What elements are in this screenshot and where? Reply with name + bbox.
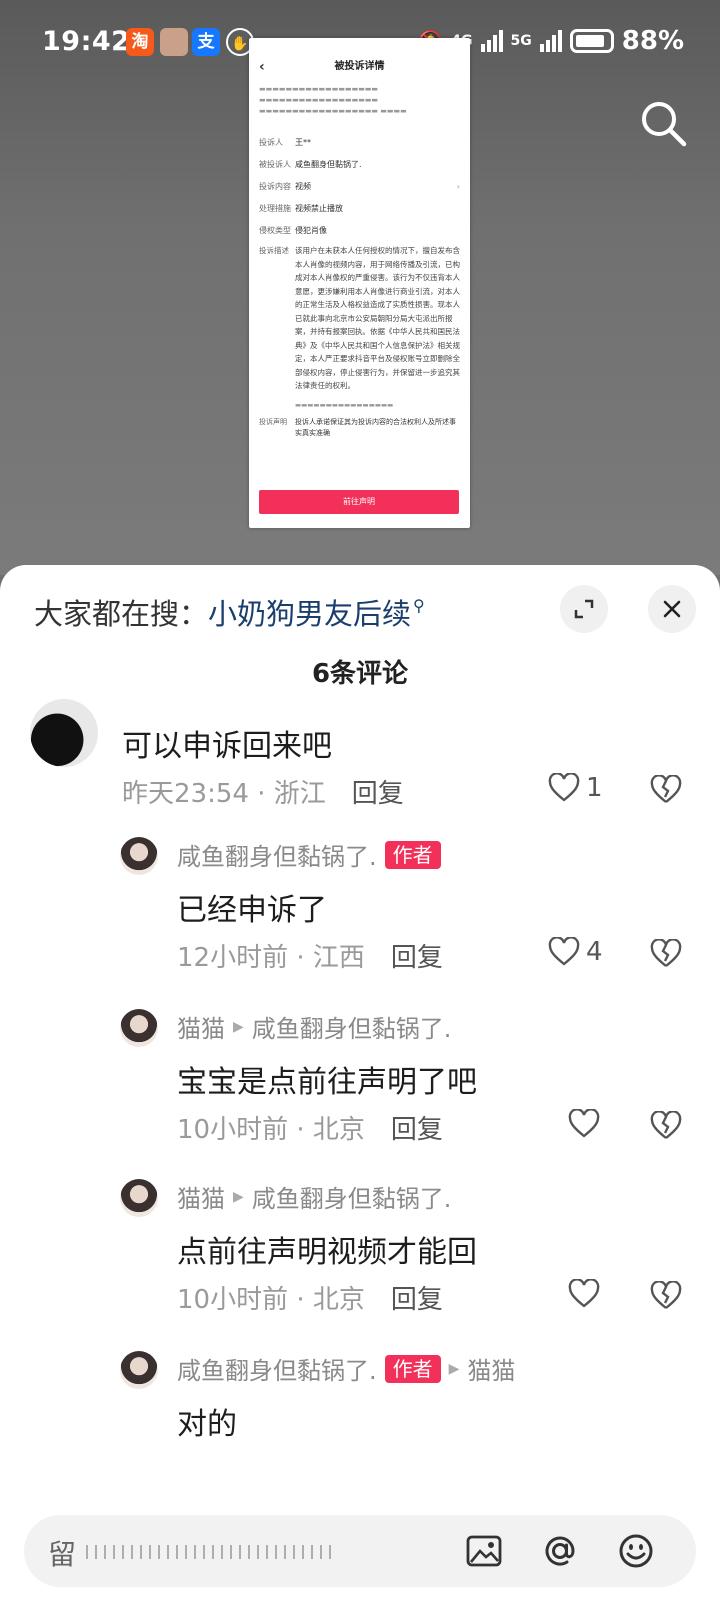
heart-icon xyxy=(548,773,580,802)
reply-button[interactable]: 回复 xyxy=(391,1285,443,1315)
reply-user-row: 猫猫 ▶ 咸鱼翻身但黏锅了. xyxy=(177,1009,451,1044)
reply-to-user[interactable]: 咸鱼翻身但黏锅了. xyxy=(252,1009,452,1044)
avatar-app-icon xyxy=(160,28,188,56)
comment-text: 可以申诉回来吧 xyxy=(122,729,332,764)
doc-row: 处理措施 视频禁止播放 xyxy=(259,204,343,213)
reply-to-arrow-icon: ▶ xyxy=(448,1360,460,1377)
close-icon xyxy=(663,600,681,618)
avatar[interactable] xyxy=(120,1009,158,1047)
username[interactable]: 猫猫 xyxy=(177,1179,225,1214)
avatar[interactable] xyxy=(120,1351,158,1389)
network-5g: 5G xyxy=(510,33,532,49)
comment-text: 宝宝是点前往声明了吧 xyxy=(177,1065,477,1100)
comment-text: 对的 xyxy=(177,1407,237,1442)
comment-text: 已经申诉了 xyxy=(177,893,327,928)
username[interactable]: 咸鱼翻身但黏锅了. xyxy=(177,1351,377,1386)
complaint-screenshot: ‹ 被投诉详情 ▬▬▬▬▬▬▬▬▬▬▬▬▬▬▬▬▬▬ ▬▬▬▬▬▬▬▬▬▬▬▬▬… xyxy=(249,38,470,528)
alipay-app-icon: 支 xyxy=(192,28,220,56)
heart-icon xyxy=(568,1279,600,1308)
heart-icon xyxy=(548,937,580,966)
expand-icon xyxy=(574,599,594,619)
avatar[interactable] xyxy=(120,837,158,875)
reply-user-row: 咸鱼翻身但黏锅了. 作者 xyxy=(177,837,441,872)
doc-row: 侵权类型 侵犯肖像 xyxy=(259,226,327,235)
close-button[interactable] xyxy=(648,585,696,633)
author-badge: 作者 xyxy=(384,1354,441,1383)
doc-description: 投诉描述 该用户在未获本人任何授权的情况下，擅自发布含本人肖像的视频内容，用于网络… xyxy=(259,246,460,390)
broken-heart-icon[interactable] xyxy=(650,1111,682,1141)
emoji-icon[interactable] xyxy=(616,1531,656,1571)
doc-row: 投诉内容 视频 › xyxy=(259,182,460,191)
expand-button[interactable] xyxy=(560,585,608,633)
taobao-app-icon: 淘 xyxy=(126,28,154,56)
comment-count: 6条评论 xyxy=(311,659,409,689)
doc-title: 被投诉详情 xyxy=(334,61,385,72)
doc-intro: ▬▬▬▬▬▬▬▬▬▬▬▬▬▬▬▬▬▬ ▬▬▬▬▬▬▬▬▬▬▬▬▬▬▬▬▬▬ ▬▬… xyxy=(259,85,407,115)
reply-button[interactable]: 回复 xyxy=(391,1115,443,1145)
reply-user-row: 咸鱼翻身但黏锅了. 作者 ▶ 猫猫 xyxy=(177,1351,515,1386)
doc-note: ▬▬▬▬▬▬▬▬▬▬▬▬▬▬▬▬ xyxy=(295,400,394,409)
battery-percent: 88% xyxy=(621,26,684,56)
back-icon: ‹ xyxy=(259,59,265,75)
avatar[interactable] xyxy=(120,1179,158,1217)
input-blur xyxy=(86,1545,336,1559)
like-button[interactable] xyxy=(568,1279,600,1309)
username[interactable]: 咸鱼翻身但黏锅了. xyxy=(177,837,377,872)
status-time: 19:42 xyxy=(42,26,131,57)
broken-heart-icon[interactable] xyxy=(650,775,682,805)
reply-to-user[interactable]: 咸鱼翻身但黏锅了. xyxy=(252,1179,452,1214)
like-button[interactable] xyxy=(568,1109,600,1139)
comment-sheet: 大家都在搜： 小奶狗男友后续 ⚲ 6条评论 可以申诉回来吧 昨天23:54 · … xyxy=(0,565,720,1610)
comment-input[interactable]: 留 xyxy=(24,1515,696,1587)
reply-to-user[interactable]: 猫猫 xyxy=(467,1351,515,1386)
broken-heart-icon[interactable] xyxy=(650,939,682,969)
small-search-icon: ⚲ xyxy=(413,595,425,615)
reply-button[interactable]: 回复 xyxy=(391,943,443,973)
input-placeholder: 留 xyxy=(48,1538,78,1571)
signal-icon xyxy=(539,30,562,52)
video-background[interactable]: 19:42 淘 支 ✋ 🔕 4G 5G 88% ‹ 被投诉详情 ▬▬▬▬▬▬▬▬… xyxy=(0,0,720,575)
at-icon[interactable] xyxy=(540,1531,580,1571)
go-statement-button: 前往声明 xyxy=(259,490,459,514)
reply-to-arrow-icon: ▶ xyxy=(233,1188,244,1205)
reply-button[interactable]: 回复 xyxy=(352,779,404,809)
trending-term[interactable]: 小奶狗男友后续 xyxy=(208,591,411,633)
comment-text: 点前往声明视频才能回 xyxy=(177,1235,477,1270)
doc-statement: 投诉声明 投诉人承诺保证其为投诉内容的合法权利人及所述事实真实准确 xyxy=(259,417,456,437)
image-icon[interactable] xyxy=(464,1531,504,1571)
author-badge: 作者 xyxy=(384,840,441,869)
like-button[interactable]: 1 xyxy=(548,773,603,803)
avatar[interactable] xyxy=(30,699,98,767)
search-icon[interactable] xyxy=(636,96,692,152)
username[interactable]: 猫猫 xyxy=(177,1009,225,1044)
like-count: 4 xyxy=(586,937,603,967)
broken-heart-icon[interactable] xyxy=(650,1281,682,1311)
like-button[interactable]: 4 xyxy=(548,937,603,967)
comment-meta: 昨天23:54 · 浙江 回复 xyxy=(122,779,404,809)
reply-user-row: 猫猫 ▶ 咸鱼翻身但黏锅了. xyxy=(177,1179,451,1214)
comment-meta: 10小时前 · 北京 回复 xyxy=(177,1115,443,1145)
trending-search[interactable]: 大家都在搜： 小奶狗男友后续 ⚲ xyxy=(34,591,425,633)
doc-header: ‹ 被投诉详情 xyxy=(249,38,470,78)
comment-meta: 12小时前 · 江西 回复 xyxy=(177,943,443,973)
battery-icon xyxy=(569,29,614,53)
reply-to-arrow-icon: ▶ xyxy=(233,1018,244,1035)
doc-row: 被投诉人 咸鱼翻身但黏锅了. xyxy=(259,160,362,169)
doc-row: 投诉人 王** xyxy=(259,138,311,147)
comment-meta: 10小时前 · 北京 回复 xyxy=(177,1285,443,1315)
like-count: 1 xyxy=(586,773,603,803)
heart-icon xyxy=(568,1109,600,1138)
trending-prefix: 大家都在搜： xyxy=(34,597,209,631)
signal-icon xyxy=(480,30,503,52)
